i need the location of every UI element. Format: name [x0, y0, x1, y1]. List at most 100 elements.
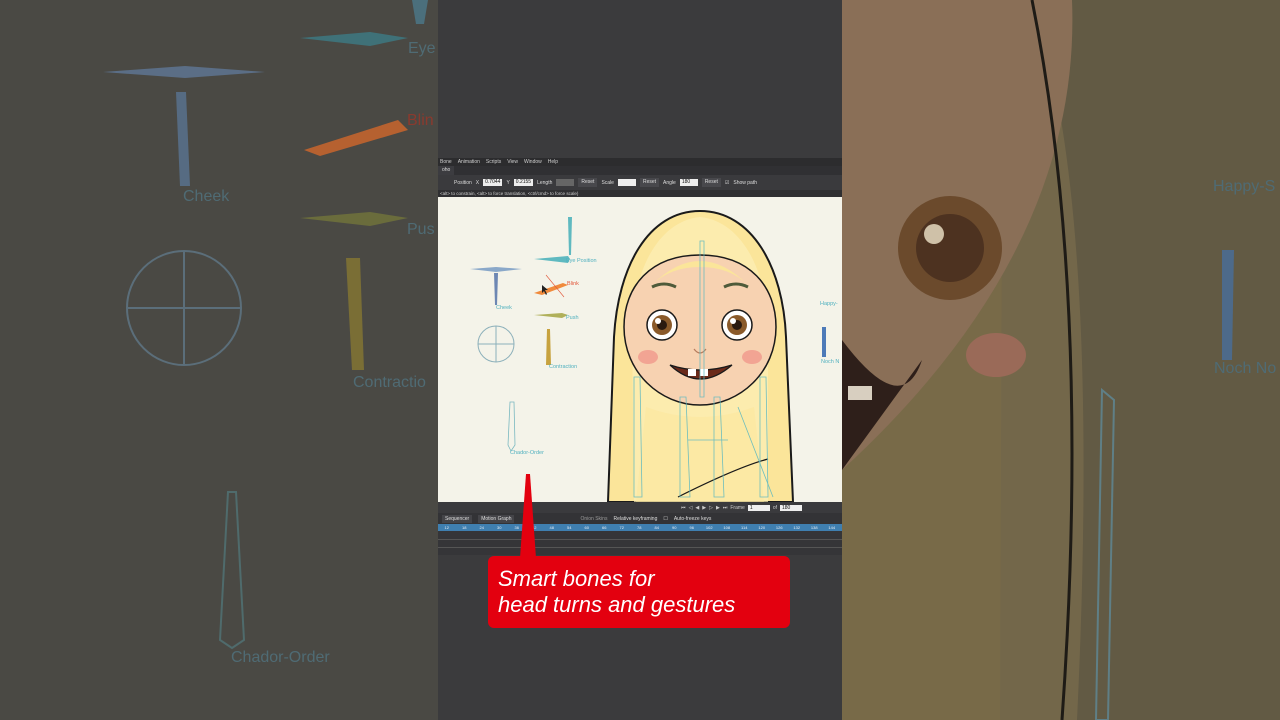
x-label: X	[475, 179, 480, 186]
character-rig-drawing	[470, 209, 826, 502]
bg-blink-label: Blin	[407, 112, 434, 129]
noch-label: Noch N	[821, 359, 840, 365]
play-icon[interactable]: ▶	[702, 505, 706, 511]
frame-label: Frame	[730, 504, 745, 511]
push-bone	[534, 313, 568, 318]
ruler-tick: 60	[584, 525, 589, 530]
ruler-tick: 126	[775, 525, 783, 530]
frame-field[interactable]: 1	[747, 504, 770, 511]
happy-label: Happy-	[820, 301, 838, 307]
menu-item-scripts[interactable]: Scripts	[486, 159, 501, 165]
push-label: Push	[566, 315, 579, 321]
ruler-tick: 48	[549, 525, 554, 530]
ruler-tick: 90	[672, 525, 677, 530]
prev-frame-icon[interactable]: ◀	[695, 505, 699, 511]
last-frame-icon[interactable]: ⏭	[723, 505, 728, 511]
ruler-tick: 78	[637, 525, 642, 530]
tool-options-bar: Position X 0.7044 Y 0.2155 Length Reset …	[438, 175, 842, 190]
playback-controls: ⏮ ◁ ◀ ▶ ▷ ▶ ⏭ Frame 1 of 180	[438, 502, 842, 513]
menu-item-view[interactable]: View	[507, 159, 518, 165]
next-key-icon[interactable]: ▶	[716, 505, 720, 511]
eye-position-label: Eye Position	[566, 258, 597, 264]
contraction-label: Contraction	[549, 364, 578, 370]
ruler-tick: 102	[705, 525, 713, 530]
timeline-ruler[interactable]: 12 18 24 30 36 42 48 54 60 66 72 78 84 90 96 102 108 114 1…	[438, 524, 842, 531]
tab-motion-graph[interactable]: Motion Graph	[478, 514, 515, 523]
ruler-tick: 96	[689, 525, 694, 530]
show-path-checkbox[interactable]: ☑	[725, 180, 729, 186]
length-field[interactable]	[556, 179, 575, 186]
prev-key-icon[interactable]: ◁	[689, 505, 693, 511]
length-label: Length	[537, 179, 553, 186]
bg-cheek-label: Cheek	[183, 188, 230, 205]
position-label: Position	[454, 179, 472, 186]
contraction-bone	[546, 329, 551, 365]
document-tabs: oho	[438, 166, 842, 175]
show-path-label: Show path	[733, 179, 757, 186]
ruler-tick: 120	[758, 525, 766, 530]
scale-label: Scale	[601, 179, 614, 186]
auto-freeze-label: Auto-freeze keys	[673, 515, 712, 522]
ruler-tick: 30	[497, 525, 502, 530]
x-position-field[interactable]: 0.7044	[483, 179, 503, 186]
menu-item-animation[interactable]: Animation	[458, 159, 480, 165]
document-tab[interactable]: oho	[438, 166, 455, 175]
menu-item-bone[interactable]: Bone	[440, 159, 452, 165]
background-left-bones	[103, 0, 428, 650]
ruler-tick: 108	[723, 525, 731, 530]
y-position-field[interactable]: 0.2155	[513, 179, 534, 186]
scale-field[interactable]	[617, 179, 636, 186]
callout-pointer	[520, 474, 536, 558]
first-frame-icon[interactable]: ⏮	[681, 505, 686, 511]
bg-contraction-label: Contractio	[353, 374, 426, 391]
next-frame-icon[interactable]: ▷	[709, 505, 713, 511]
caption-line-2: head turns and gestures	[498, 592, 736, 617]
status-hint: <alt> to constrain, <alt> to force trans…	[438, 190, 842, 197]
ruler-tick: 18	[462, 525, 467, 530]
bg-noch-label: Noch No	[1214, 360, 1277, 377]
bg-happy-label: Happy-S	[1213, 178, 1276, 195]
tab-sequencer[interactable]: Sequencer	[442, 514, 473, 523]
chador-order-bone	[507, 401, 516, 452]
timeline-tracks[interactable]	[438, 531, 842, 555]
background-right-zoom: Happy-S Noch No	[842, 0, 1280, 720]
caption-callout: Smart bones for head turns and gestures	[488, 556, 790, 628]
eye-position-bone	[534, 256, 570, 263]
caption-line-1: Smart bones for	[498, 566, 655, 591]
reset-position-button[interactable]: Reset	[578, 178, 598, 187]
relative-keyframing-toggle[interactable]: Relative keyframing	[613, 516, 657, 522]
onion-skins-dropdown[interactable]: Onion Skins	[580, 516, 607, 522]
bg-push-label: Pus	[407, 221, 435, 238]
auto-freeze-checkbox[interactable]: ☐	[663, 516, 667, 522]
ruler-tick: 84	[654, 525, 659, 530]
menu-bar: Bone Animation Scripts View Window Help	[438, 158, 842, 166]
ruler-tick: 114	[741, 525, 748, 530]
eye-position-bone-vertical	[568, 217, 572, 255]
of-label: of	[772, 504, 777, 511]
total-frames-field[interactable]: 180	[780, 504, 802, 511]
cheek-bone	[494, 273, 498, 305]
blink-bone	[534, 283, 568, 295]
y-label: Y	[506, 179, 510, 186]
ruler-tick: 12	[444, 525, 449, 530]
chador-order-label: Chador-Order	[510, 450, 544, 456]
menu-item-help[interactable]: Help	[548, 159, 558, 165]
angle-field[interactable]: 180	[679, 179, 698, 186]
cheek-label: Cheek	[496, 305, 512, 311]
ruler-tick: 66	[602, 525, 607, 530]
bg-eye-label: Eye	[408, 40, 436, 57]
ruler-tick: 54	[567, 525, 572, 530]
menu-item-window[interactable]: Window	[524, 159, 542, 165]
reset-angle-button[interactable]: Reset	[701, 178, 721, 187]
ruler-tick: 138	[810, 525, 818, 530]
background-left-zoom: Eye Blin Cheek Pus Contractio Chador-Ord…	[0, 0, 438, 720]
ruler-tick: 132	[793, 525, 801, 530]
timeline-header: Sequencer Motion Graph Onion Skins Relat…	[438, 513, 842, 524]
reset-scale-button[interactable]: Reset	[639, 178, 660, 187]
ruler-tick: 24	[479, 525, 484, 530]
bg-chador-label: Chador-Order	[231, 649, 330, 666]
ruler-tick: 144	[828, 525, 836, 530]
blink-label: Blink	[567, 281, 579, 287]
drawing-canvas[interactable]: Eye Position Blink Cheek Push Contractio…	[438, 197, 842, 502]
cheek-bone-horizontal	[470, 267, 522, 272]
